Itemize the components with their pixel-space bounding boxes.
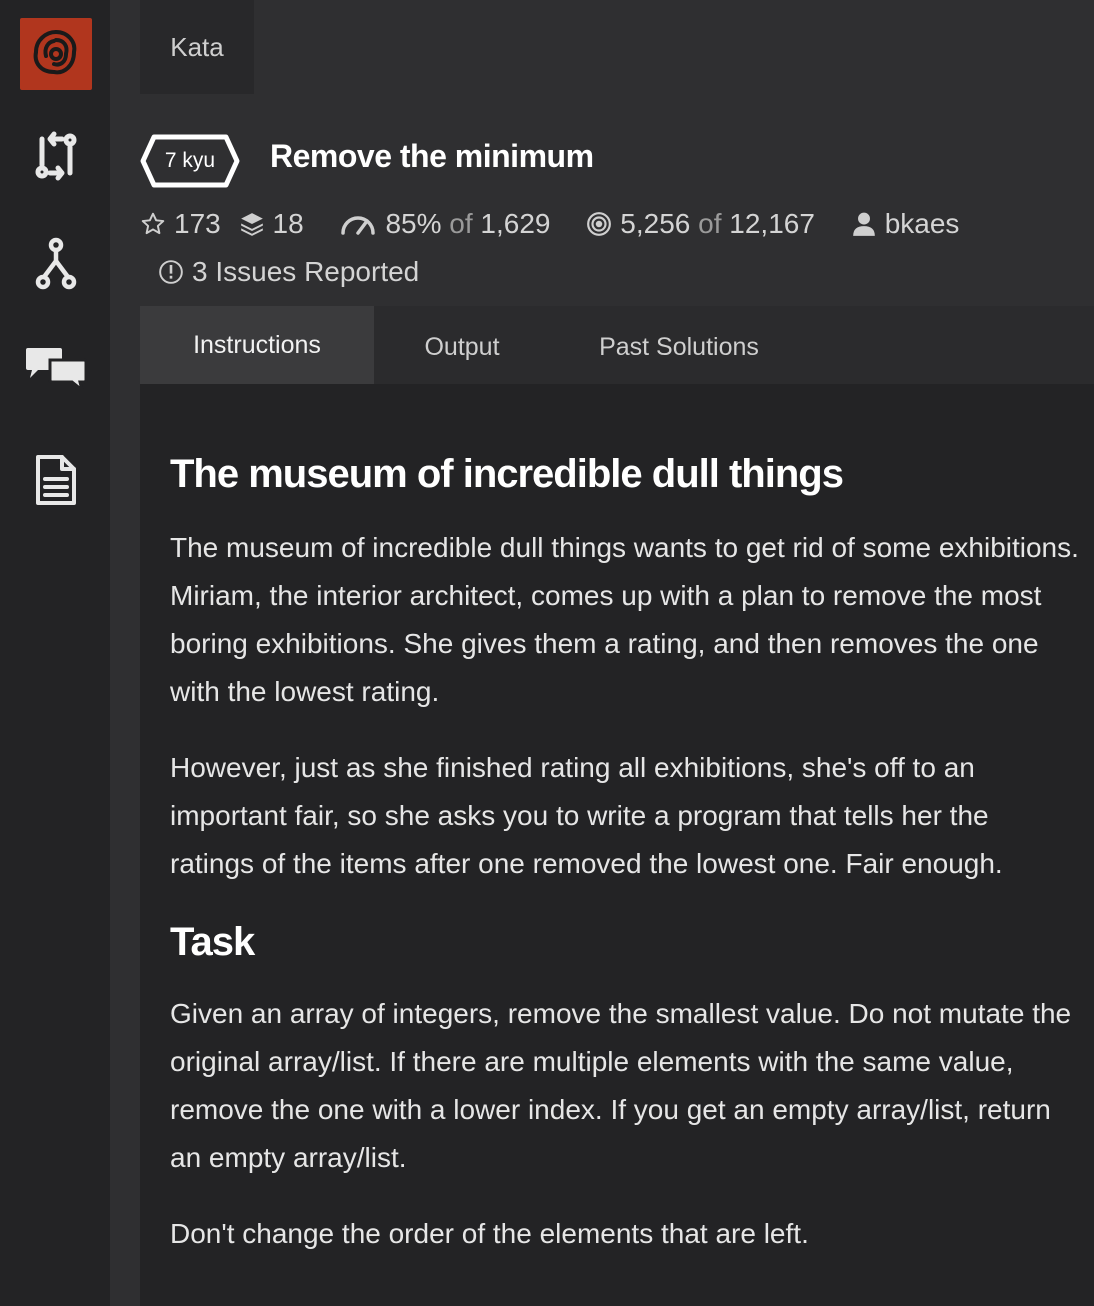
collections-count: 18 [272,208,304,239]
user-icon [852,212,875,236]
task-paragraph-2: Don't change the order of the elements t… [170,1218,809,1249]
completed-count: 5,256 [620,208,691,239]
kata-header: 7 kyu Remove the minimum 173 18 85% of 1… [140,94,1094,306]
codewars-logo-icon [33,30,77,75]
issues-label: Issues Reported [215,256,420,287]
kata-stats: 173 18 85% of 1,629 5,256 of 12,167 bkae… [140,202,1080,298]
kata-title: Remove the minimum [270,138,594,174]
fork-icon [35,237,77,290]
main-panel: Kata 7 kyu Remove the minimum 173 18 85%… [140,0,1094,1306]
codewars-logo[interactable] [20,18,92,90]
author-name: bkaes [884,208,960,239]
tab-past-solutions[interactable]: Past Solutions [560,308,798,386]
sidebar-item-fork[interactable] [24,236,88,292]
description-paragraph-2: However, just as she finished rating all… [170,752,1003,879]
tab-instructions[interactable]: Instructions [140,306,374,384]
alert-circle-icon [159,260,183,284]
instructions-body: The museum of incredible dull things The… [170,448,1080,1286]
satisfaction-of: of [449,208,473,239]
sidebar-item-discuss[interactable] [24,340,88,396]
attempted-count: 12,167 [729,208,815,239]
kyu-rank-badge: 7 kyu [140,134,240,188]
issues-count: 3 [192,256,208,287]
practice-arrows-icon [35,131,77,181]
docs-document-icon [36,455,76,505]
description-paragraph-1: The museum of incredible dull things wan… [170,532,1079,707]
completion-of: of [698,208,722,239]
satisfaction-stat: 85% of 1,629 [339,202,550,246]
tab-output[interactable]: Output [374,308,550,386]
completion-stat: 5,256 of 12,167 [586,202,815,246]
issues-stat[interactable]: 3 Issues Reported [158,250,419,294]
sidebar-item-docs[interactable] [24,452,88,508]
satisfaction-votes: 1,629 [480,208,551,239]
stars-stat[interactable]: 173 [140,202,221,246]
description-heading: The museum of incredible dull things [170,452,844,496]
author-stat[interactable]: bkaes [851,202,960,246]
kata-tabs: Instructions Output Past Solutions [140,306,1094,384]
discuss-chat-icon [26,348,88,390]
star-icon [141,212,165,235]
target-icon [587,212,612,236]
layers-icon [240,213,263,236]
kata-section-tab[interactable]: Kata [140,0,254,94]
sidebar [0,0,110,1306]
task-heading: Task [170,920,255,964]
kyu-rank-label: 7 kyu [164,149,216,172]
satisfaction-pct: 85% [385,208,442,239]
sidebar-item-practice[interactable] [24,128,88,184]
collections-stat[interactable]: 18 [239,202,304,246]
instructions-panel: The museum of incredible dull things The… [140,384,1094,1306]
gauge-icon [341,216,376,235]
stars-count: 173 [174,208,221,239]
task-paragraph-1: Given an array of integers, remove the s… [170,998,1072,1173]
